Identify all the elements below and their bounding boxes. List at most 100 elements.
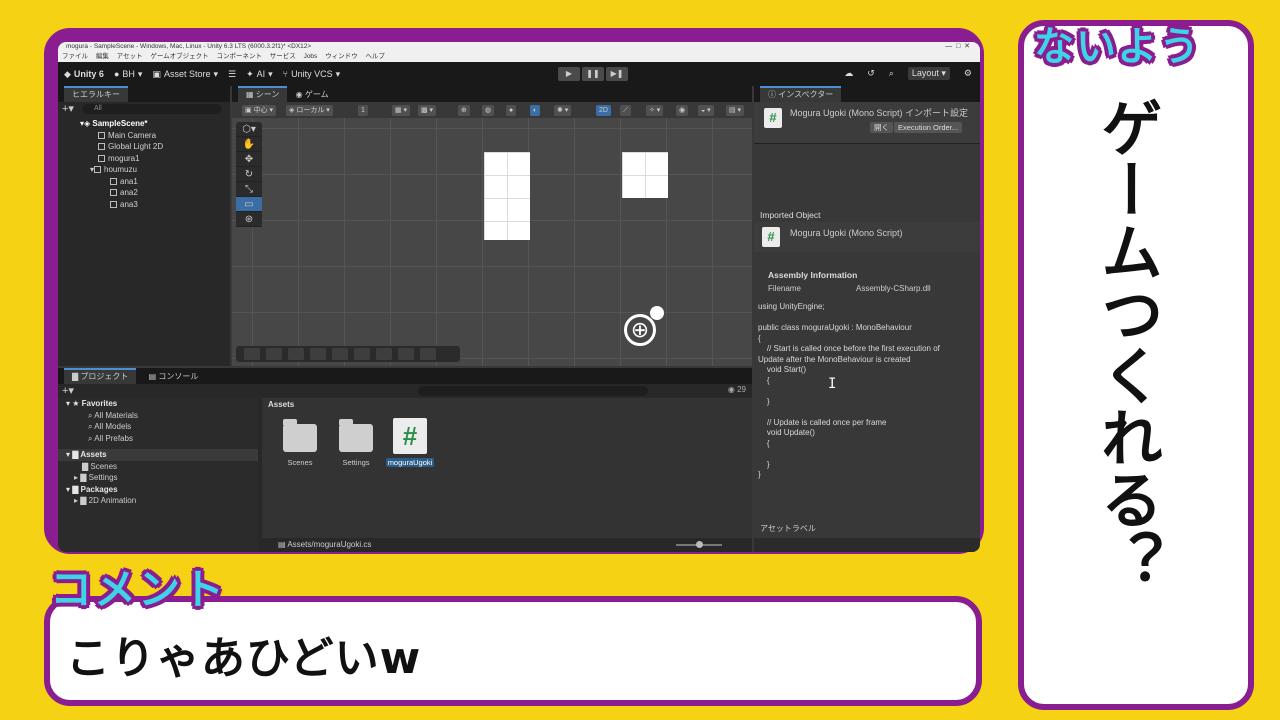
favorites-header[interactable]: ▾ ★ Favorites — [58, 398, 258, 410]
hierarchy-search-input[interactable]: All — [82, 104, 222, 114]
pivot-dropdown[interactable]: ▣ 中心 ▾ — [242, 105, 277, 116]
shading-lit-icon[interactable]: ◐ — [530, 105, 541, 116]
overlay-tool-2[interactable] — [266, 348, 282, 360]
menu-assets[interactable]: アセット — [117, 53, 143, 60]
move-tool-icon[interactable]: ✥ — [236, 152, 262, 167]
assets-folder[interactable]: ▾ ▇ Assets — [58, 449, 258, 461]
visibility-icon[interactable]: ◉ — [676, 105, 689, 116]
sprite-object-ana[interactable] — [484, 152, 530, 240]
hierarchy-search-row: +▾ All — [58, 102, 230, 116]
folder-scenes[interactable]: ▇ Scenes — [58, 461, 258, 473]
asset-store-dropdown[interactable]: ▣ Asset Store ▾ — [152, 69, 218, 80]
ai-dropdown[interactable]: ✦ AI ▾ — [246, 69, 273, 80]
history-icon[interactable]: ↺ — [867, 68, 875, 79]
scene-viewport[interactable]: ⬡▾ ✋ ✥ ↻ ⤡ ▭ ⊛ ⊕ — [232, 118, 752, 366]
hierarchy-item-houmuzu[interactable]: ▾ houmuzu — [58, 164, 230, 176]
asset-folder-scenes[interactable]: Scenes — [272, 419, 328, 467]
search-icon[interactable]: ⌕ — [889, 68, 894, 79]
tab-inspector[interactable]: ⓘ インスペクター — [760, 86, 842, 102]
hierarchy-item-ana3[interactable]: ana3 — [58, 199, 230, 211]
overlay-tool-4[interactable] — [310, 348, 326, 360]
camera-icon[interactable]: ◒ ▾ — [698, 105, 714, 116]
layout-dropdown[interactable]: Layout ▾ — [907, 67, 950, 80]
snap-toggle[interactable]: ▩ ▾ — [418, 105, 437, 116]
rotate-tool-icon[interactable]: ↻ — [236, 167, 262, 182]
light-gizmo-icon[interactable]: ⊕ — [624, 314, 656, 346]
hierarchy-item-main-camera[interactable]: Main Camera — [58, 130, 230, 142]
overlay-tool-6[interactable] — [354, 348, 370, 360]
step-button[interactable]: ▶❚ — [606, 67, 628, 81]
overlay-tool-9[interactable] — [420, 348, 436, 360]
packages-folder[interactable]: ▾ ▇ Packages — [58, 484, 258, 496]
folder-settings[interactable]: ▸ ▇ Settings — [58, 472, 258, 484]
gizmos-icon[interactable]: ▤ ▾ — [726, 105, 745, 116]
open-button[interactable]: 開く — [870, 122, 893, 133]
hierarchy-item-ana2[interactable]: ana2 — [58, 187, 230, 199]
scale-tool-icon[interactable]: ⤡ — [236, 182, 262, 197]
window-controls[interactable]: — □ ✕ — [945, 42, 970, 52]
grid-snap-field[interactable]: 1 — [358, 105, 368, 116]
asset-script-moguraugoki[interactable]: # moguraUgoki — [382, 418, 438, 467]
sprite-object-mogura[interactable] — [622, 152, 668, 198]
favorite-all-prefabs[interactable]: ⌕ All Prefabs — [58, 433, 258, 445]
script-file-icon: ▤ — [278, 540, 288, 549]
account-dropdown[interactable]: ● BH ▾ — [114, 69, 142, 80]
menu-component[interactable]: コンポーネント — [216, 53, 262, 60]
audio-icon[interactable]: ⟋ — [620, 105, 631, 116]
pause-button[interactable]: ❚❚ — [582, 67, 604, 81]
project-breadcrumb[interactable]: Assets — [268, 400, 294, 409]
menu-services[interactable]: サービス — [270, 53, 296, 60]
tab-scene[interactable]: ▦ シーン — [238, 86, 288, 102]
settings-icon[interactable]: ⚙ — [964, 68, 972, 79]
menu-edit[interactable]: 編集 — [96, 53, 109, 60]
tab-console[interactable]: ▤ コンソール — [149, 372, 199, 381]
menu-help[interactable]: ヘルプ — [365, 53, 385, 60]
overlay-tool-5[interactable] — [332, 348, 348, 360]
menu-jobs[interactable]: Jobs — [304, 53, 318, 60]
hierarchy-item-global-light[interactable]: Global Light 2D — [58, 141, 230, 153]
hand-tool-icon[interactable]: ✋ — [236, 137, 262, 152]
overlay-tool-7[interactable] — [376, 348, 392, 360]
space-dropdown[interactable]: ◈ ローカル ▾ — [286, 105, 333, 116]
menu-file[interactable]: ファイル — [62, 53, 88, 60]
overlay-tool-3[interactable] — [288, 348, 304, 360]
icon-size-slider[interactable] — [676, 541, 722, 548]
menu-icon-button[interactable]: ☰ — [228, 69, 236, 80]
overlay-tool-8[interactable] — [398, 348, 414, 360]
vcs-dropdown[interactable]: ⑂ Unity VCS ▾ — [283, 69, 340, 80]
execution-order-button[interactable]: Execution Order... — [894, 122, 963, 133]
project-search-input[interactable] — [418, 386, 648, 396]
topic-title: ないよう — [1034, 24, 1202, 70]
grid-toggle[interactable]: ▦ ▾ — [392, 105, 411, 116]
menu-window[interactable]: ウィンドウ — [325, 53, 358, 60]
overlay-tool-1[interactable] — [244, 348, 260, 360]
hierarchy-tree: ▾◈ SampleScene* Main Camera Global Light… — [58, 118, 230, 210]
favorite-all-models[interactable]: ⌕ All Models — [58, 421, 258, 433]
unity-logo-button[interactable]: ◆ Unity 6 — [64, 69, 104, 80]
hierarchy-item-ana1[interactable]: ana1 — [58, 176, 230, 188]
gizmo-globe-icon[interactable]: ⊕ — [458, 105, 470, 116]
lighting-icon[interactable]: ✺ ▾ — [554, 105, 572, 116]
play-button[interactable]: ▶ — [558, 67, 580, 81]
hierarchy-item-mogura1[interactable]: mogura1 — [58, 153, 230, 165]
asset-folder-settings[interactable]: Settings — [328, 419, 384, 467]
hierarchy-item-samplescene[interactable]: ▾◈ SampleScene* — [58, 118, 230, 130]
favorite-all-materials[interactable]: ⌕ All Materials — [58, 410, 258, 422]
tool-menu-icon[interactable]: ⬡▾ — [236, 122, 262, 137]
tab-game[interactable]: ◉ ゲーム — [296, 90, 329, 99]
mode-2d-toggle[interactable]: 2D — [596, 105, 611, 116]
gameobject-icon — [98, 143, 105, 151]
tab-hierarchy[interactable]: ヒエラルキー — [64, 86, 128, 102]
cloud-icon[interactable]: ☁ — [844, 68, 853, 79]
package-2d-animation[interactable]: ▸ ▇ 2D Animation — [58, 495, 258, 507]
shading-solid-icon[interactable]: ● — [506, 105, 517, 116]
add-icon[interactable]: +▾ — [62, 102, 74, 115]
transform-tool-icon[interactable]: ⊛ — [236, 212, 262, 227]
create-icon[interactable]: +▾ — [62, 384, 74, 397]
menu-bar: ファイル 編集 アセット ゲームオブジェクト コンポーネント サービス Jobs… — [58, 52, 980, 62]
tab-project[interactable]: ▇ プロジェクト — [64, 368, 137, 384]
shading-icon[interactable]: ◍ — [482, 105, 495, 116]
menu-gameobject[interactable]: ゲームオブジェクト — [150, 53, 208, 60]
effects-icon[interactable]: ✧ ▾ — [646, 105, 664, 116]
rect-tool-icon[interactable]: ▭ — [236, 197, 262, 212]
